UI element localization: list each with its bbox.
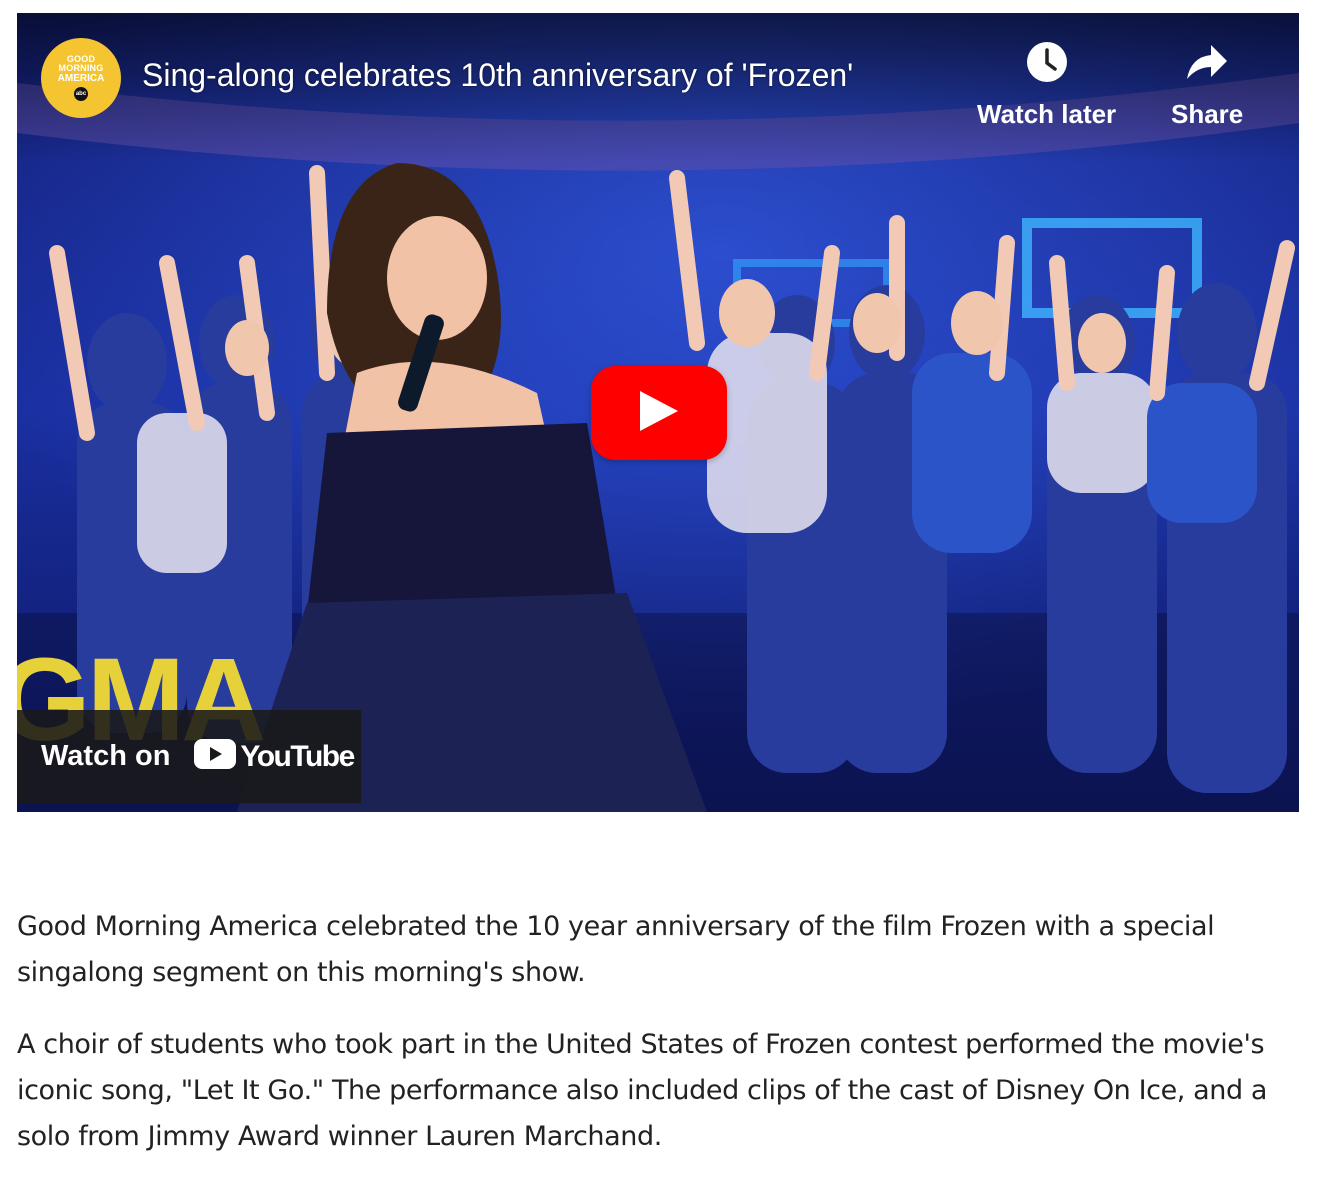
article-paragraph-2: A choir of students who took part in the… <box>17 1029 1268 1152</box>
clock-icon <box>1026 41 1068 83</box>
watch-later-button[interactable]: Watch later <box>977 41 1116 130</box>
logo-line-3: AMERICA <box>57 73 105 84</box>
youtube-logo: YouTube <box>194 739 355 774</box>
article-body: Good Morning America celebrated the 10 y… <box>17 904 1307 1186</box>
video-player[interactable]: GOOD MORNING AMERICA abc Sing-along cele… <box>17 13 1299 812</box>
share-label: Share <box>1171 99 1244 129</box>
youtube-label: YouTube <box>240 739 355 773</box>
play-icon <box>640 391 678 435</box>
logo-line-2: MORNING <box>58 63 104 73</box>
share-arrow-icon <box>1185 41 1229 83</box>
share-button[interactable]: Share <box>1171 41 1243 130</box>
article-paragraph-1: Good Morning America celebrated the 10 y… <box>17 911 1215 988</box>
watch-later-label: Watch later <box>977 99 1117 129</box>
play-button[interactable] <box>591 366 727 460</box>
watch-on-label: Watch on <box>41 740 171 772</box>
channel-logo[interactable]: GOOD MORNING AMERICA abc <box>41 38 121 118</box>
network-badge: abc <box>74 87 88 101</box>
youtube-play-icon <box>194 739 237 774</box>
watch-on-youtube-button[interactable]: Watch on YouTube <box>17 710 361 803</box>
video-title[interactable]: Sing-along celebrates 10th anniversary o… <box>142 57 853 94</box>
